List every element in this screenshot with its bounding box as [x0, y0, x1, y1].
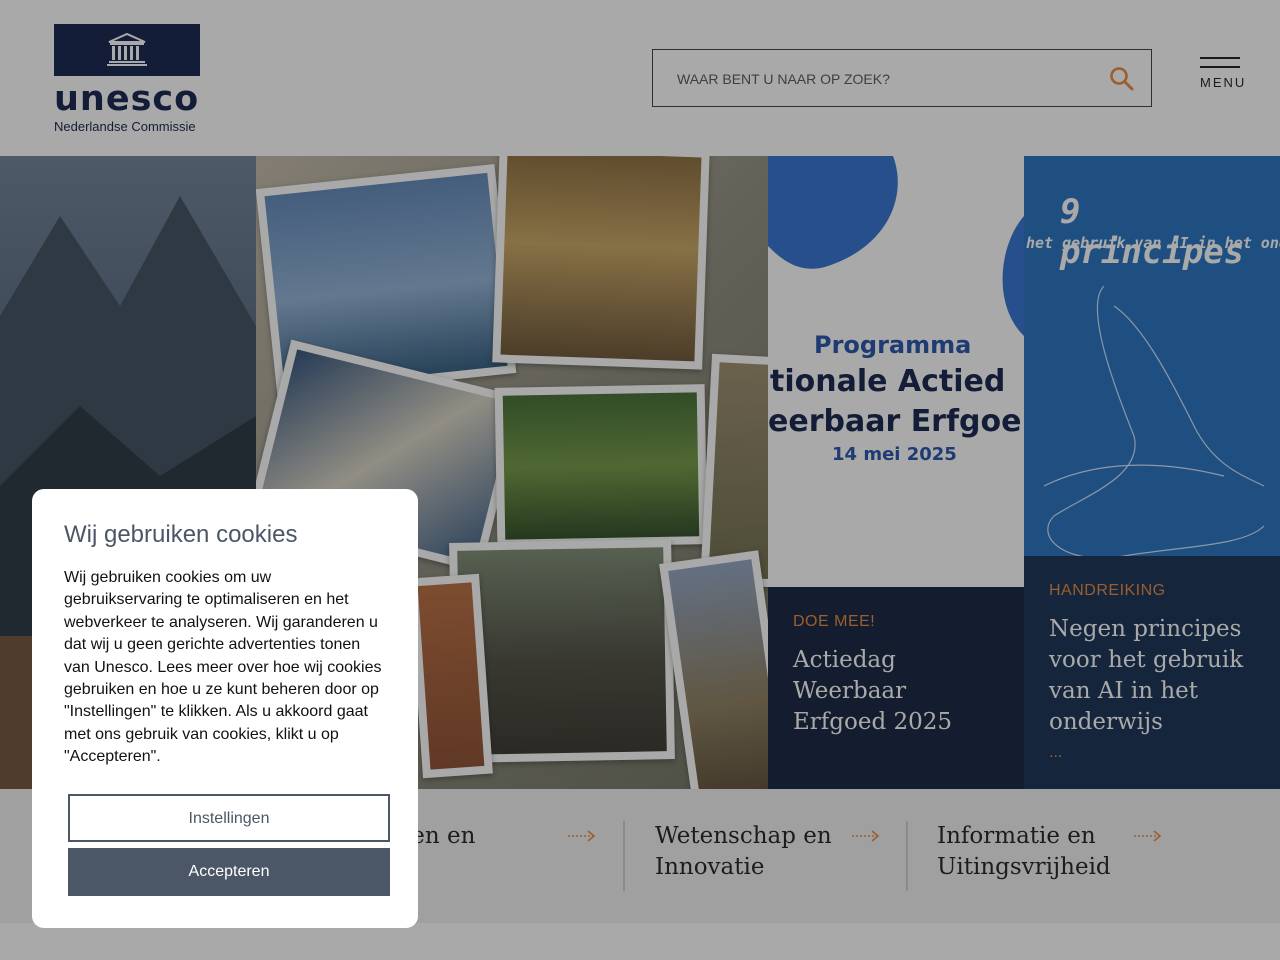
cookie-dialog: Wij gebruiken cookies Wij gebruiken cook… [32, 489, 418, 928]
cookie-body: Wij gebruiken cookies om uw gebruikserva… [64, 569, 382, 766]
settings-button[interactable]: Instellingen [68, 794, 390, 842]
cookie-title: Wij gebruiken cookies [64, 521, 298, 548]
accept-button[interactable]: Accepteren [68, 848, 390, 896]
